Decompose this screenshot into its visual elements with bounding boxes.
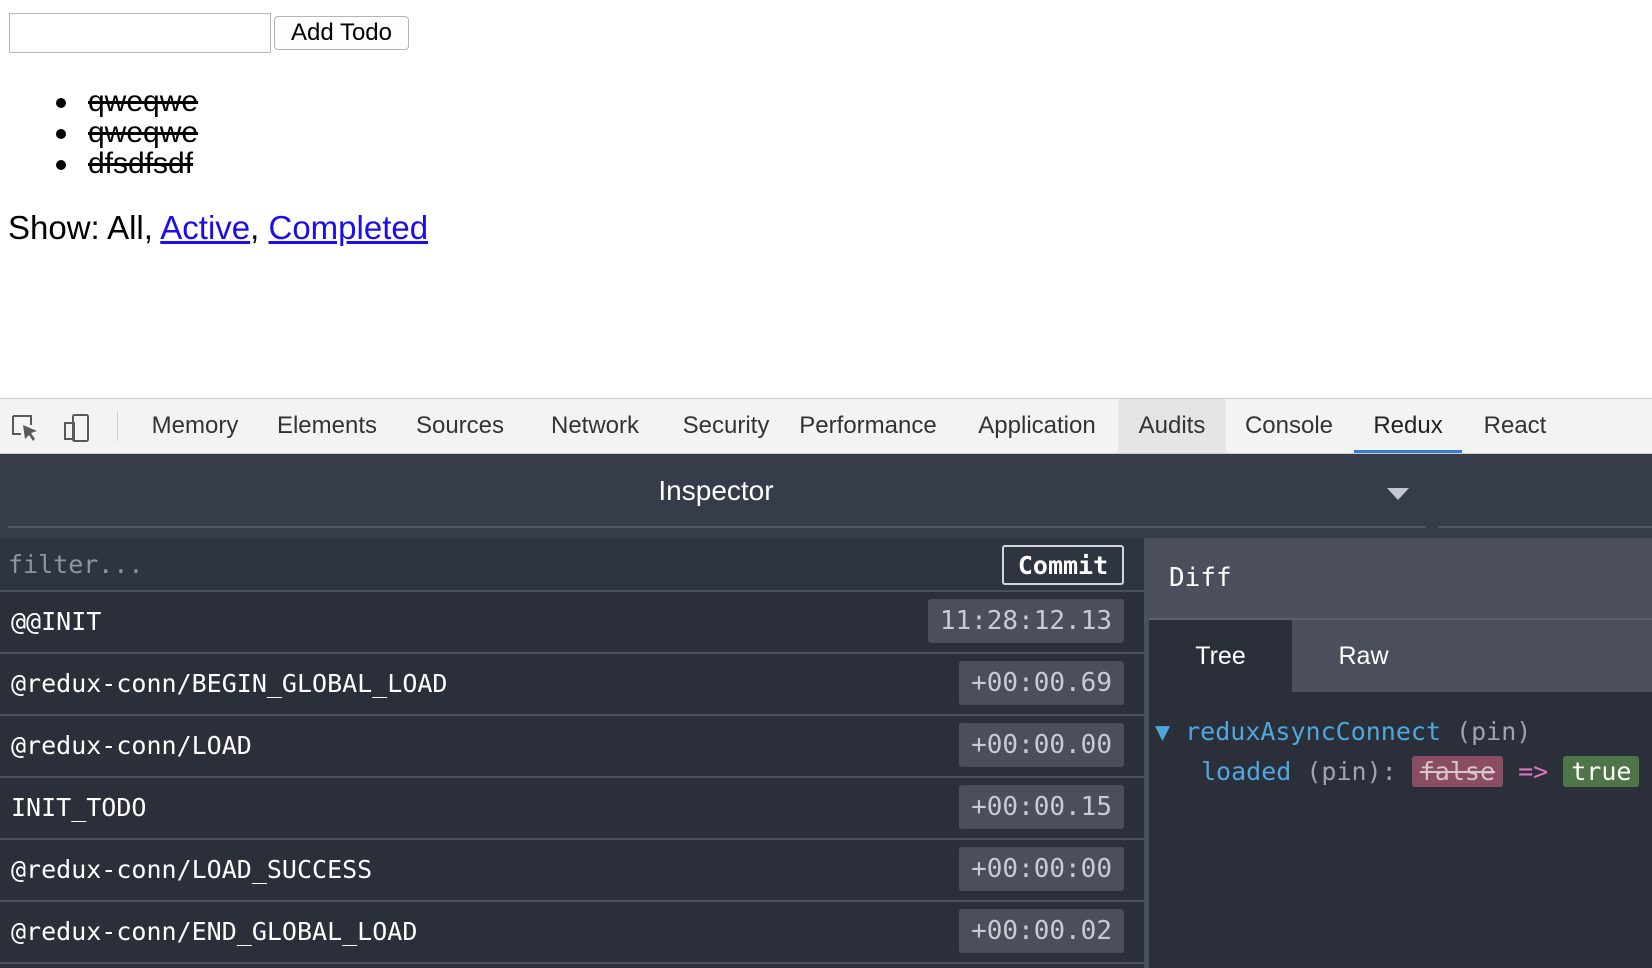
pin-label[interactable]: (pin):	[1306, 757, 1396, 786]
todo-item[interactable]: qweqwe	[0, 86, 198, 117]
tab-audits[interactable]: Audits	[1118, 399, 1226, 453]
pin-label[interactable]: (pin)	[1456, 717, 1531, 746]
expand-triangle-icon[interactable]: ▼	[1155, 717, 1170, 746]
action-name: INIT_TODO	[11, 793, 147, 822]
action-row[interactable]: @redux-conn/LOAD_SUCCESS +00:00:00	[0, 840, 1144, 902]
tab-security[interactable]: Security	[668, 399, 784, 453]
action-name: @@INIT	[11, 607, 102, 636]
filter-active-link[interactable]: Active	[160, 209, 250, 246]
todo-text: qweqwe	[88, 85, 199, 118]
filter-separator: ,	[250, 209, 260, 246]
tab-raw[interactable]: Raw	[1292, 620, 1435, 692]
redux-devtools-panel: Inspector Commit @@INIT 11:28:12.13 @red…	[0, 454, 1652, 968]
action-timestamp: +00:00.69	[959, 661, 1124, 705]
tab-sources[interactable]: Sources	[404, 399, 516, 453]
new-value: true	[1563, 756, 1640, 787]
action-name: @redux-conn/BEGIN_GLOBAL_LOAD	[11, 669, 448, 698]
tree-node-child: loaded (pin): false => true	[1201, 752, 1640, 792]
monitor-header: Inspector	[0, 454, 1652, 538]
todo-item[interactable]: qweqwe	[0, 117, 198, 148]
bullet-icon	[56, 160, 66, 170]
filter-label: Show: All,	[8, 209, 153, 246]
todo-list: qweqwe qweqwe dfsdfsdf	[0, 86, 198, 179]
tab-performance[interactable]: Performance	[794, 399, 942, 453]
chevron-down-icon[interactable]	[1387, 488, 1409, 500]
bullet-icon	[56, 98, 66, 108]
action-timestamp: +00:00:00	[959, 847, 1124, 891]
filter-row: Show: All, Active, Completed	[8, 208, 428, 248]
devtools-tab-bar: Memory Elements Sources Network Security…	[0, 398, 1652, 454]
tab-console[interactable]: Console	[1238, 399, 1340, 453]
action-name: @redux-conn/END_GLOBAL_LOAD	[11, 917, 418, 946]
bullet-icon	[56, 129, 66, 139]
toolbar-divider	[117, 411, 118, 441]
action-row[interactable]: @redux-conn/END_GLOBAL_LOAD +00:00.02	[0, 902, 1144, 964]
todo-app: Add Todo qweqwe qweqwe dfsdfsdf Show: Al…	[0, 0, 1652, 398]
monitor-underline	[1438, 526, 1652, 528]
action-row[interactable]: @redux-conn/BEGIN_GLOBAL_LOAD +00:00.69	[0, 654, 1144, 716]
device-toolbar-icon[interactable]	[62, 413, 92, 443]
diff-arrow: =>	[1518, 757, 1549, 786]
todo-item[interactable]: dfsdfsdf	[0, 148, 198, 179]
add-todo-button[interactable]: Add Todo	[274, 16, 409, 50]
todo-text: dfsdfsdf	[88, 147, 194, 180]
diff-tree: ▼ reduxAsyncConnect (pin) loaded (pin): …	[1149, 692, 1652, 968]
diff-header: Diff	[1149, 538, 1652, 620]
filter-completed-link[interactable]: Completed	[269, 209, 429, 246]
monitor-select[interactable]: Inspector	[0, 454, 1432, 528]
tab-react[interactable]: React	[1474, 399, 1556, 453]
tree-node-root[interactable]: ▼ reduxAsyncConnect (pin)	[1155, 712, 1531, 752]
diff-view-tabs: Tree Raw	[1149, 620, 1652, 692]
tree-key: loaded	[1201, 757, 1292, 786]
tab-redux[interactable]: Redux	[1354, 399, 1462, 453]
todo-input[interactable]	[9, 13, 271, 53]
inspect-element-icon[interactable]	[10, 413, 40, 443]
action-row[interactable]: INIT_TODO +00:00.15	[0, 778, 1144, 840]
tab-network[interactable]: Network	[536, 399, 654, 453]
commit-button[interactable]: Commit	[1002, 545, 1124, 585]
tab-memory[interactable]: Memory	[140, 399, 250, 453]
diff-tab[interactable]: Diff	[1169, 538, 1232, 618]
old-value: false	[1411, 756, 1504, 787]
action-name: @redux-conn/LOAD	[11, 731, 252, 760]
tab-elements[interactable]: Elements	[268, 399, 386, 453]
action-timestamp: +00:00.15	[959, 785, 1124, 829]
action-row[interactable]: @@INIT 11:28:12.13	[0, 592, 1144, 654]
action-timestamp: +00:00.00	[959, 723, 1124, 767]
action-filter-input[interactable]	[8, 544, 988, 584]
action-list: Commit @@INIT 11:28:12.13 @redux-conn/BE…	[0, 538, 1144, 968]
todo-text: qweqwe	[88, 116, 199, 149]
tree-key: reduxAsyncConnect	[1185, 717, 1441, 746]
action-row[interactable]: @redux-conn/LOAD +00:00.00	[0, 716, 1144, 778]
tab-application[interactable]: Application	[972, 399, 1102, 453]
tab-tree[interactable]: Tree	[1149, 620, 1292, 692]
monitor-underline	[8, 526, 1426, 528]
action-timestamp: +00:00.02	[959, 909, 1124, 953]
action-timestamp: 11:28:12.13	[927, 599, 1124, 643]
action-name: @redux-conn/LOAD_SUCCESS	[11, 855, 373, 884]
diff-pane: Diff Tree Raw ▼ reduxAsyncConnect (pin) …	[1149, 538, 1652, 968]
filter-bar: Commit	[0, 538, 1144, 592]
